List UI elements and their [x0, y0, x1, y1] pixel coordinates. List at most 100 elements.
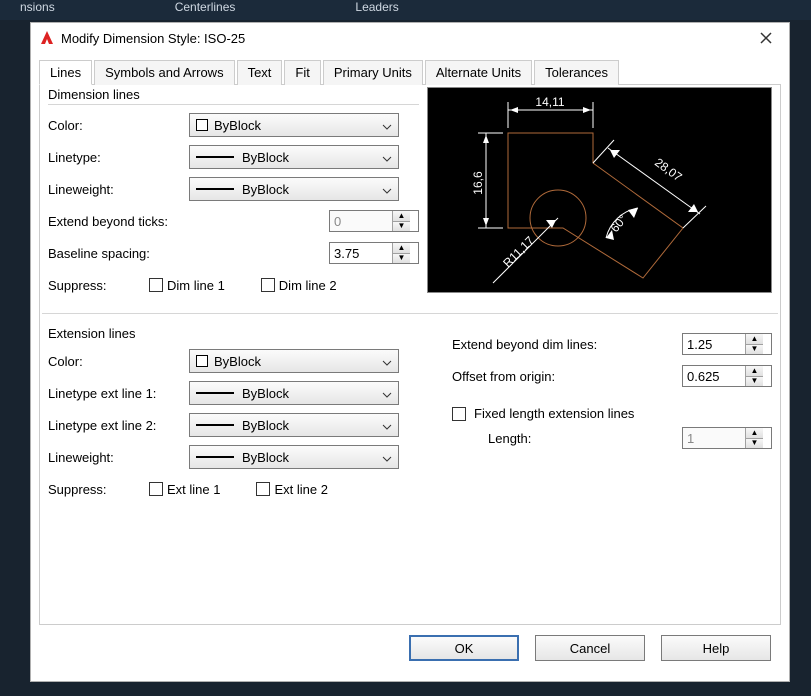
combo-value: ByBlock — [214, 354, 382, 369]
combo-value: ByBlock — [242, 150, 382, 165]
tab-fit[interactable]: Fit — [284, 60, 320, 85]
extend-beyond-input[interactable] — [683, 334, 745, 354]
baseline-spacing-spinner[interactable]: ▲ ▼ — [329, 242, 419, 264]
spinner-down-icon[interactable]: ▼ — [746, 345, 763, 355]
line-sample-icon — [196, 456, 234, 458]
checkbox-label: Ext line 1 — [167, 482, 220, 497]
combo-value: ByBlock — [242, 182, 382, 197]
ext-ltype1-combo[interactable]: ByBlock — [189, 381, 399, 405]
ok-button[interactable]: OK — [409, 635, 519, 661]
color-swatch-icon — [196, 119, 208, 131]
chevron-down-icon — [382, 182, 392, 197]
close-button[interactable] — [753, 25, 779, 51]
offset-origin-label: Offset from origin: — [452, 369, 612, 384]
tab-primary-units[interactable]: Primary Units — [323, 60, 423, 85]
line-sample-icon — [196, 188, 234, 190]
combo-value: ByBlock — [242, 386, 382, 401]
spinner-up-icon[interactable]: ▲ — [393, 243, 410, 254]
spinner-down-icon[interactable]: ▼ — [746, 377, 763, 387]
tab-symbols-arrows[interactable]: Symbols and Arrows — [94, 60, 235, 85]
length-input[interactable] — [683, 428, 745, 448]
cancel-button[interactable]: Cancel — [535, 635, 645, 661]
spinner-up-icon[interactable]: ▲ — [746, 428, 763, 439]
group-title: Dimension lines — [48, 87, 419, 105]
preview-radius: R11,17 — [500, 233, 537, 270]
extend-ticks-label: Extend beyond ticks: — [48, 214, 183, 229]
dimension-lines-group: Dimension lines Color: ByBlock Linetype — [48, 87, 419, 301]
suppress-dim1-checkbox[interactable]: Dim line 1 — [149, 278, 225, 293]
tab-text[interactable]: Text — [237, 60, 283, 85]
app-logo-icon — [39, 30, 55, 46]
spinner-up-icon[interactable]: ▲ — [746, 334, 763, 345]
color-swatch-icon — [196, 355, 208, 367]
checkbox-label: Fixed length extension lines — [474, 406, 634, 421]
checkbox-icon — [261, 278, 275, 292]
preview-dim-top: 14,11 — [535, 95, 564, 109]
ext-ltype2-label: Linetype ext line 2: — [48, 418, 183, 433]
ribbon-item: Leaders — [355, 0, 398, 20]
linetype-label: Linetype: — [48, 150, 183, 165]
ribbon-item: nsions — [20, 0, 55, 20]
spinner-up-icon[interactable]: ▲ — [746, 366, 763, 377]
extend-ticks-spinner[interactable]: ▲ ▼ — [329, 210, 419, 232]
extend-beyond-spinner[interactable]: ▲ ▼ — [682, 333, 772, 355]
suppress-ext1-checkbox[interactable]: Ext line 1 — [149, 482, 220, 497]
ext-suppress-label: Suppress: — [48, 482, 143, 497]
chevron-down-icon — [382, 450, 392, 465]
help-button[interactable]: Help — [661, 635, 771, 661]
chevron-down-icon — [382, 386, 392, 401]
checkbox-icon — [149, 278, 163, 292]
spinner-down-icon[interactable]: ▼ — [746, 439, 763, 449]
ribbon-item: Centerlines — [175, 0, 236, 20]
ext-color-label: Color: — [48, 354, 183, 369]
checkbox-label: Dim line 1 — [167, 278, 225, 293]
offset-origin-input[interactable] — [683, 366, 745, 386]
ext-color-combo[interactable]: ByBlock — [189, 349, 399, 373]
suppress-ext2-checkbox[interactable]: Ext line 2 — [256, 482, 327, 497]
titlebar: Modify Dimension Style: ISO-25 — [31, 23, 789, 53]
chevron-down-icon — [382, 418, 392, 433]
color-label: Color: — [48, 118, 183, 133]
lineweight-label: Lineweight: — [48, 182, 183, 197]
extend-ticks-input[interactable] — [330, 211, 392, 231]
fixed-length-checkbox[interactable]: Fixed length extension lines — [452, 406, 772, 421]
checkbox-icon — [149, 482, 163, 496]
tab-tolerances[interactable]: Tolerances — [534, 60, 619, 85]
checkbox-label: Ext line 2 — [274, 482, 327, 497]
ext-lineweight-label: Lineweight: — [48, 450, 183, 465]
combo-value: ByBlock — [242, 450, 382, 465]
preview-dim-diag: 28,07 — [652, 155, 685, 184]
preview-dim-left: 16,6 — [471, 171, 485, 195]
extension-lines-group: Extension lines Color: ByBlock Linetype … — [48, 326, 436, 505]
spinner-down-icon[interactable]: ▼ — [393, 222, 410, 232]
ext-lineweight-combo[interactable]: ByBlock — [189, 445, 399, 469]
chevron-down-icon — [382, 118, 392, 133]
ext-ltype2-combo[interactable]: ByBlock — [189, 413, 399, 437]
suppress-label: Suppress: — [48, 278, 143, 293]
length-spinner[interactable]: ▲ ▼ — [682, 427, 772, 449]
modify-dimstyle-dialog: Modify Dimension Style: ISO-25 Lines Sym… — [30, 22, 790, 682]
line-sample-icon — [196, 424, 234, 426]
line-sample-icon — [196, 392, 234, 394]
offset-origin-spinner[interactable]: ▲ ▼ — [682, 365, 772, 387]
dim-linetype-combo[interactable]: ByBlock — [189, 145, 399, 169]
combo-value: ByBlock — [242, 418, 382, 433]
checkbox-icon — [256, 482, 270, 496]
spinner-down-icon[interactable]: ▼ — [393, 254, 410, 264]
chevron-down-icon — [382, 354, 392, 369]
checkbox-label: Dim line 2 — [279, 278, 337, 293]
dim-color-combo[interactable]: ByBlock — [189, 113, 399, 137]
dim-lineweight-combo[interactable]: ByBlock — [189, 177, 399, 201]
spinner-up-icon[interactable]: ▲ — [393, 211, 410, 222]
ribbon-bg: nsions Centerlines Leaders — [0, 0, 811, 20]
chevron-down-icon — [382, 150, 392, 165]
baseline-spacing-label: Baseline spacing: — [48, 246, 183, 261]
suppress-dim2-checkbox[interactable]: Dim line 2 — [261, 278, 337, 293]
baseline-spacing-input[interactable] — [330, 243, 392, 263]
extend-beyond-label: Extend beyond dim lines: — [452, 337, 612, 352]
line-sample-icon — [196, 156, 234, 158]
tab-alternate-units[interactable]: Alternate Units — [425, 60, 532, 85]
tab-lines[interactable]: Lines — [39, 60, 92, 85]
ext-ltype1-label: Linetype ext line 1: — [48, 386, 183, 401]
close-icon — [760, 32, 772, 44]
